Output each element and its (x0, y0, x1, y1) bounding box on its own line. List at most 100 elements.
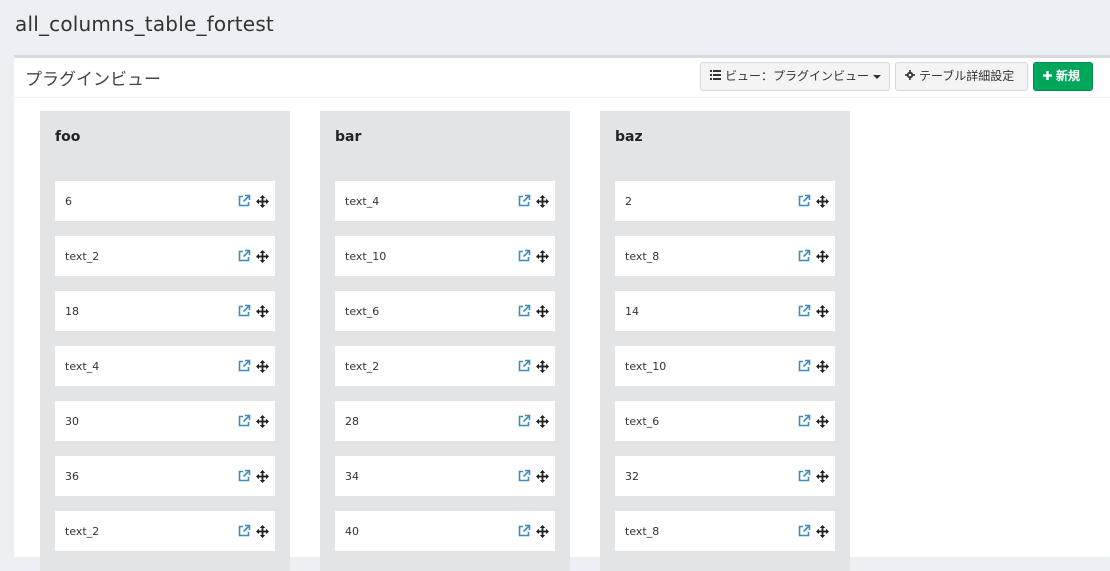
kanban-card[interactable]: text_2 (55, 511, 275, 551)
move-icon[interactable] (816, 469, 829, 483)
kanban-card[interactable]: 32 (615, 456, 835, 496)
kanban-column-baz: baz 2 text_8 14 text_10 text_6 32 text_8 (600, 111, 850, 571)
kanban-card[interactable]: text_2 (55, 236, 275, 276)
card-actions (517, 524, 549, 538)
external-link-icon[interactable] (517, 304, 531, 318)
card-actions (237, 414, 269, 428)
kanban-card[interactable]: 36 (55, 456, 275, 496)
card-actions (237, 524, 269, 538)
move-icon[interactable] (536, 414, 549, 428)
move-icon[interactable] (256, 304, 269, 318)
kanban-card[interactable]: 30 (55, 401, 275, 441)
move-icon[interactable] (256, 469, 269, 483)
card-value: text_4 (65, 360, 100, 373)
new-record-button[interactable]: 新規 (1033, 62, 1093, 91)
external-link-icon[interactable] (517, 414, 531, 428)
move-icon[interactable] (816, 414, 829, 428)
external-link-icon[interactable] (797, 194, 811, 208)
card-value: text_4 (345, 195, 380, 208)
move-icon[interactable] (816, 524, 829, 538)
move-icon[interactable] (536, 304, 549, 318)
external-link-icon[interactable] (797, 469, 811, 483)
card-actions (797, 414, 829, 428)
kanban-card[interactable]: text_10 (615, 346, 835, 386)
move-icon[interactable] (256, 194, 269, 208)
card-value: 2 (625, 195, 632, 208)
move-icon[interactable] (256, 414, 269, 428)
panel-title: プラグインビュー (25, 70, 161, 90)
card-value: text_10 (625, 360, 667, 373)
card-actions (237, 304, 269, 318)
move-icon[interactable] (536, 524, 549, 538)
move-icon[interactable] (256, 524, 269, 538)
external-link-icon[interactable] (517, 359, 531, 373)
card-value: 30 (65, 415, 79, 428)
kanban-card[interactable]: 40 (335, 511, 555, 551)
card-actions (797, 194, 829, 208)
kanban-card[interactable]: text_8 (615, 236, 835, 276)
card-actions (237, 359, 269, 373)
external-link-icon[interactable] (517, 194, 531, 208)
kanban-card[interactable]: text_2 (335, 346, 555, 386)
kanban-card[interactable]: 28 (335, 401, 555, 441)
move-icon[interactable] (816, 194, 829, 208)
card-actions (517, 359, 549, 373)
kanban-card[interactable]: text_4 (55, 346, 275, 386)
external-link-icon[interactable] (237, 249, 251, 263)
move-icon[interactable] (816, 359, 829, 373)
plugin-view-panel: プラグインビュー ビュー：プラグインビュー テーブル詳細設定 新規 foo 6 te… (14, 55, 1110, 571)
card-value: text_2 (345, 360, 380, 373)
view-select-button[interactable]: ビュー：プラグインビュー (700, 62, 890, 91)
kanban-card[interactable]: 6 (55, 181, 275, 221)
external-link-icon[interactable] (237, 194, 251, 208)
card-value: text_6 (345, 305, 380, 318)
move-icon[interactable] (536, 469, 549, 483)
kanban-card[interactable]: text_8 (615, 511, 835, 551)
move-icon[interactable] (256, 359, 269, 373)
move-icon[interactable] (536, 359, 549, 373)
card-value: text_8 (625, 525, 660, 538)
external-link-icon[interactable] (797, 359, 811, 373)
kanban-card[interactable]: 34 (335, 456, 555, 496)
external-link-icon[interactable] (517, 469, 531, 483)
move-icon[interactable] (816, 249, 829, 263)
external-link-icon[interactable] (237, 359, 251, 373)
kanban-card[interactable]: text_4 (335, 181, 555, 221)
move-icon[interactable] (816, 304, 829, 318)
kanban-card[interactable]: text_6 (335, 291, 555, 331)
card-value: 14 (625, 305, 639, 318)
external-link-icon[interactable] (797, 414, 811, 428)
card-value: 32 (625, 470, 639, 483)
external-link-icon[interactable] (517, 249, 531, 263)
card-value: 18 (65, 305, 79, 318)
card-value: 40 (345, 525, 359, 538)
card-value: text_6 (625, 415, 660, 428)
external-link-icon[interactable] (237, 414, 251, 428)
external-link-icon[interactable] (237, 469, 251, 483)
external-link-icon[interactable] (797, 304, 811, 318)
external-link-icon[interactable] (797, 524, 811, 538)
kanban-column-bar: bar text_4 text_10 text_6 text_2 28 34 40 (320, 111, 570, 571)
kanban-card[interactable]: 14 (615, 291, 835, 331)
kanban-card[interactable]: text_6 (615, 401, 835, 441)
card-value: text_10 (345, 250, 387, 263)
panel-header: プラグインビュー ビュー：プラグインビュー テーブル詳細設定 新規 (14, 58, 1110, 98)
card-value: 6 (65, 195, 72, 208)
kanban-card[interactable]: 2 (615, 181, 835, 221)
table-settings-label: テーブル詳細設定 (919, 69, 1015, 83)
external-link-icon[interactable] (797, 249, 811, 263)
table-settings-button[interactable]: テーブル詳細設定 (895, 62, 1028, 91)
external-link-icon[interactable] (237, 304, 251, 318)
move-icon[interactable] (536, 194, 549, 208)
kanban-card[interactable]: text_10 (335, 236, 555, 276)
card-value: 34 (345, 470, 359, 483)
external-link-icon[interactable] (517, 524, 531, 538)
external-link-icon[interactable] (237, 524, 251, 538)
kanban-card[interactable]: 18 (55, 291, 275, 331)
card-actions (517, 194, 549, 208)
card-actions (237, 469, 269, 483)
card-actions (797, 249, 829, 263)
move-icon[interactable] (536, 249, 549, 263)
move-icon[interactable] (256, 249, 269, 263)
card-actions (797, 469, 829, 483)
